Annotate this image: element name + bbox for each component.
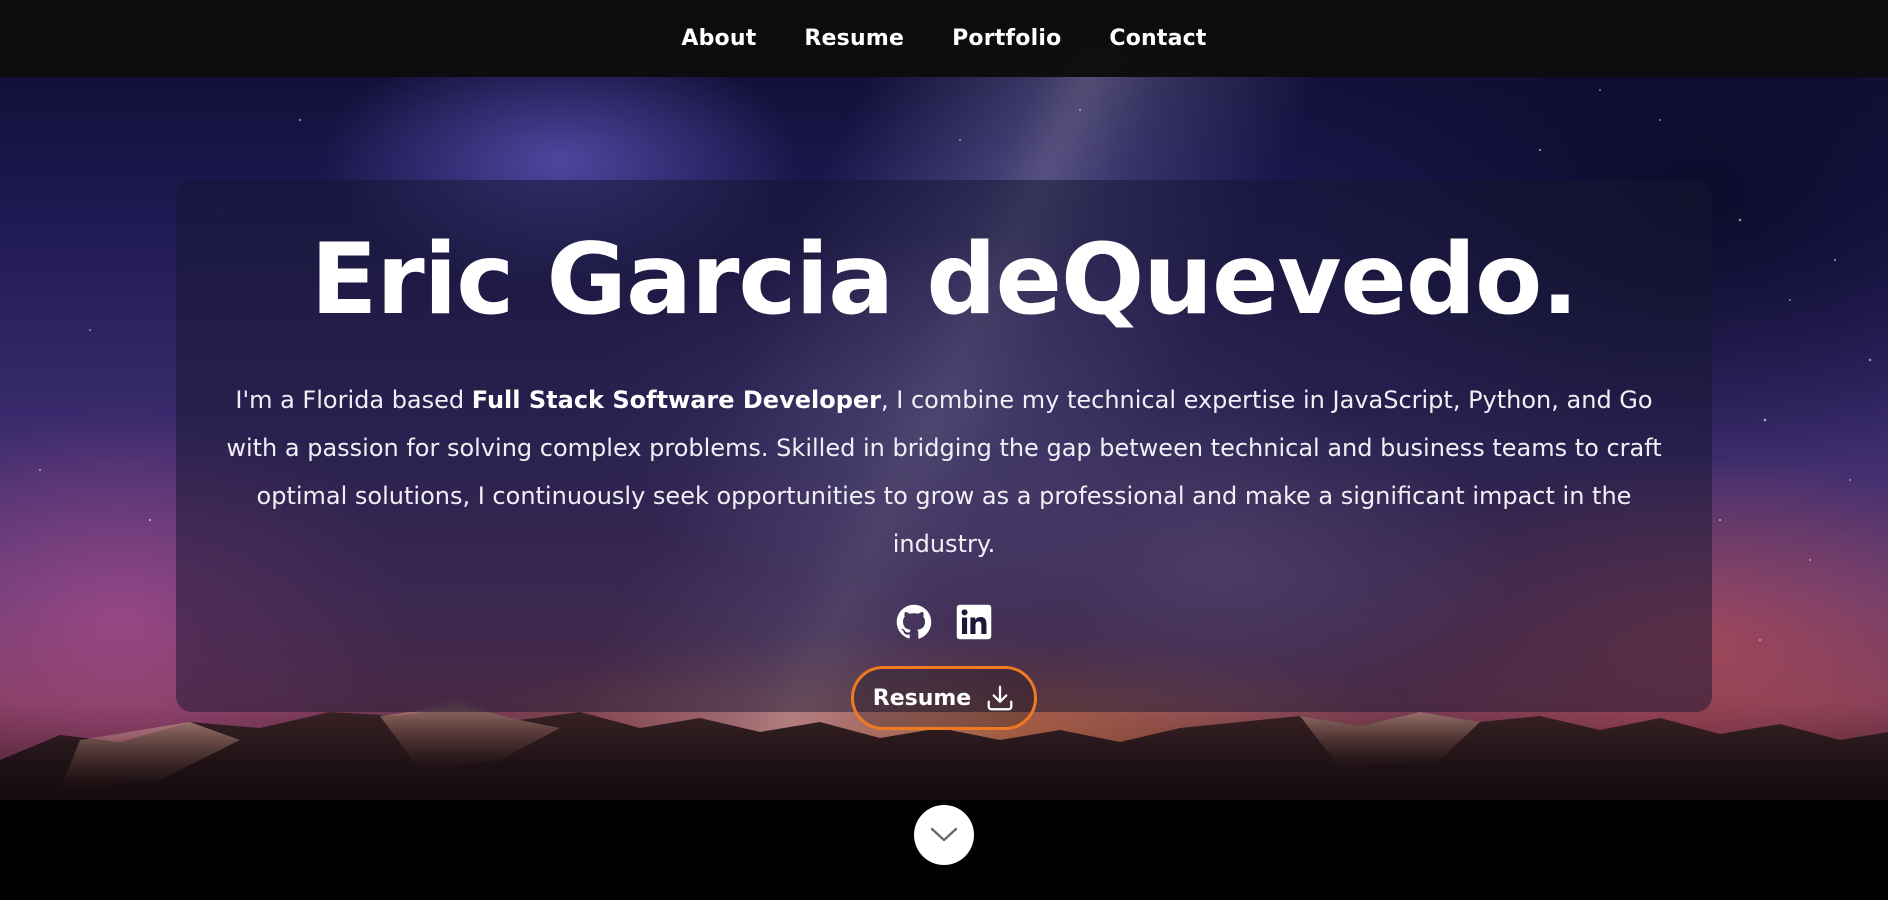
resume-download-button[interactable]: Resume — [851, 666, 1037, 730]
bio-prefix: I'm a Florida based — [235, 386, 472, 414]
nav-link-portfolio[interactable]: Portfolio — [952, 26, 1061, 51]
nav-link-resume[interactable]: Resume — [804, 26, 904, 51]
bio-role: Full Stack Software Developer — [471, 386, 882, 414]
hero-bio: I'm a Florida based Full Stack Software … — [209, 376, 1679, 568]
top-navigation: About Resume Portfolio Contact — [0, 0, 1888, 77]
linkedin-link[interactable] — [956, 604, 992, 640]
chevron-down-icon — [930, 827, 958, 842]
social-links — [176, 604, 1712, 640]
github-link[interactable] — [896, 604, 932, 640]
hero-title: Eric Garcia deQuevedo. — [310, 223, 1578, 337]
nav-link-about[interactable]: About — [681, 26, 756, 51]
resume-button-label: Resume — [872, 685, 972, 711]
nav-link-contact[interactable]: Contact — [1109, 26, 1206, 51]
scroll-down-button[interactable] — [914, 805, 974, 865]
page: About Resume Portfolio Contact Eric Garc… — [0, 0, 1888, 900]
github-icon — [896, 604, 932, 639]
hero-card: Eric Garcia deQuevedo. I'm a Florida bas… — [176, 180, 1712, 730]
linkedin-icon — [956, 604, 992, 640]
download-icon — [987, 685, 1013, 711]
